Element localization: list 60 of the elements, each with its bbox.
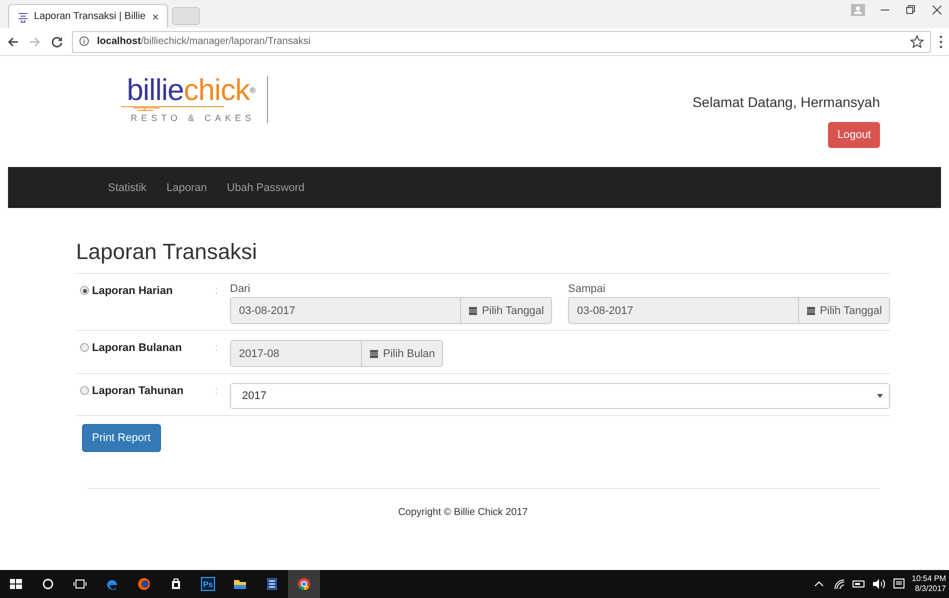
- nav-link[interactable]: Ubah Password: [216, 182, 315, 194]
- notification-icon: [892, 577, 906, 591]
- restore-icon: [905, 4, 917, 16]
- chrome-icon: [297, 577, 311, 591]
- welcome-text: Selamat Datang, Hermansyah: [692, 94, 880, 110]
- radio-button[interactable]: [80, 343, 89, 352]
- close-icon: [931, 4, 943, 16]
- option-label: Laporan Bulanan: [92, 342, 182, 354]
- radio-button[interactable]: [80, 386, 89, 395]
- edge-icon: [105, 577, 119, 591]
- document-icon: [265, 577, 279, 591]
- field-label: Sampai: [568, 283, 606, 295]
- calendar-icon: [468, 305, 478, 316]
- logout-button[interactable]: Logout: [828, 122, 880, 148]
- copyright-text: Copyright © Billie Chick 2017: [397, 507, 529, 518]
- menu-icon: [939, 34, 943, 48]
- info-icon: [79, 36, 91, 48]
- pick-date-button[interactable]: Pilih Tanggal: [798, 298, 889, 323]
- windows-icon: [9, 577, 23, 591]
- separator: :: [215, 384, 220, 399]
- calendar-icon: [369, 348, 380, 359]
- taskbar-app[interactable]: [288, 570, 320, 598]
- year-select[interactable]: 2017: [230, 383, 890, 409]
- page-title: Laporan Transaksi: [76, 238, 258, 265]
- volume-icon: [872, 577, 886, 591]
- date-field[interactable]: 03-08-2017 Pilih Tanggal: [230, 297, 552, 324]
- pick-month-button[interactable]: Pilih Bulan: [361, 341, 442, 366]
- forward-icon: [28, 34, 42, 48]
- folder-icon: [233, 577, 247, 591]
- close-tab-button[interactable]: ×: [152, 10, 159, 24]
- date-field[interactable]: 03-08-2017 Pilih Tanggal: [568, 297, 890, 324]
- star-icon: [910, 34, 924, 48]
- user-icon: [851, 4, 865, 16]
- url-text: localhost/billiechick/manager/laporan/Transaksi: [97, 36, 312, 47]
- pick-date-button[interactable]: Pilih Tanggal: [460, 298, 551, 323]
- photoshop-button[interactable]: Ps: [192, 570, 224, 598]
- logo: billiechick® RESTO & CAKES: [90, 76, 268, 123]
- search-icon: [41, 577, 55, 591]
- field-label: Dari: [230, 283, 252, 295]
- print-report-button[interactable]: Print Report: [82, 424, 161, 452]
- option-label: Laporan Harian: [92, 285, 173, 297]
- nav-link[interactable]: Laporan: [156, 182, 217, 194]
- calendar-icon: [806, 305, 816, 316]
- caret-icon: [877, 394, 883, 398]
- clock-date: 8/3/2017: [914, 584, 946, 594]
- task-view-icon: [73, 577, 87, 591]
- clock-time: 10:54 PM: [912, 574, 946, 584]
- separator: :: [215, 341, 220, 356]
- nav-link[interactable]: Statistik: [98, 182, 157, 194]
- firefox-icon: [137, 577, 151, 591]
- address-bar[interactable]: localhost/billiechick/manager/laporan/Transaksi: [72, 30, 931, 52]
- shopping-bag-icon: [169, 577, 183, 591]
- radio-button[interactable]: [80, 286, 89, 295]
- reload-icon: [50, 34, 64, 48]
- option-label: Laporan Tahunan: [92, 385, 184, 397]
- browser-tab[interactable]: Laporan Transaksi | Billie ×: [8, 4, 168, 28]
- month-field[interactable]: 2017-08 Pilih Bulan: [230, 340, 443, 367]
- separator: :: [215, 284, 220, 299]
- wifi-icon: [832, 577, 846, 591]
- back-icon: [6, 34, 20, 48]
